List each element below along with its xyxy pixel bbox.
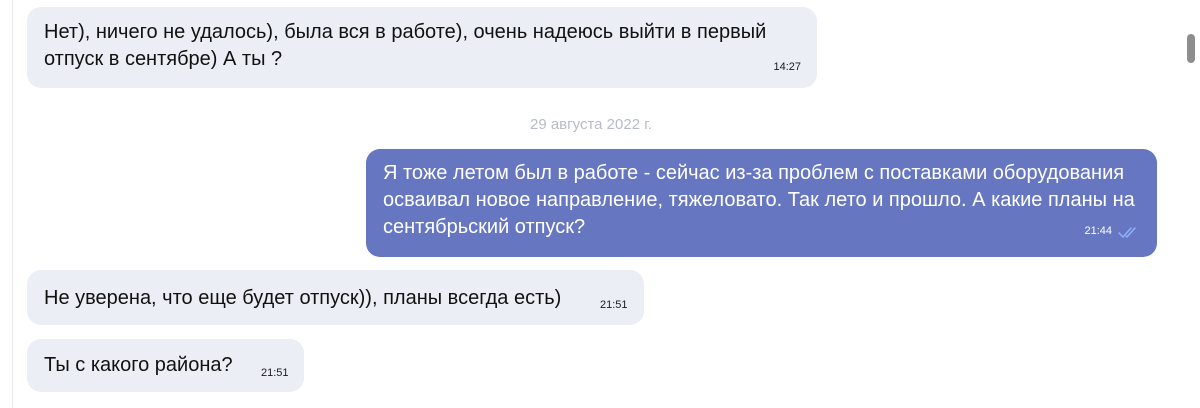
message-text: Нет), ничего не удалось), была вся в раб… [44, 21, 767, 70]
panel-divider [12, 0, 13, 408]
message-time: 21:51 [600, 299, 628, 311]
date-separator: 29 августа 2022 г. [529, 116, 653, 133]
chat-message-list[interactable]: Нет), ничего не удалось), была вся в раб… [0, 0, 1200, 408]
message-incoming[interactable]: Ты с какого района? 21:51 [27, 339, 304, 392]
message-time: 14:27 [773, 61, 801, 73]
message-incoming[interactable]: Нет), ничего не удалось), была вся в раб… [27, 7, 817, 88]
double-check-icon [1118, 227, 1136, 238]
scrollbar[interactable] [1182, 0, 1200, 408]
scrollbar-thumb[interactable] [1187, 34, 1195, 63]
message-text: Не уверена, что еще будет отпуск)), план… [44, 287, 562, 309]
message-text: Я тоже летом был в работе - сейчас из-за… [383, 162, 1135, 238]
message-time: 21:44 [1084, 225, 1112, 237]
message-outgoing[interactable]: Я тоже летом был в работе - сейчас из-за… [366, 149, 1157, 257]
message-incoming[interactable]: Не уверена, что еще будет отпуск)), план… [27, 270, 644, 325]
message-time: 21:51 [261, 367, 289, 379]
message-text: Ты с какого района? [44, 354, 233, 376]
